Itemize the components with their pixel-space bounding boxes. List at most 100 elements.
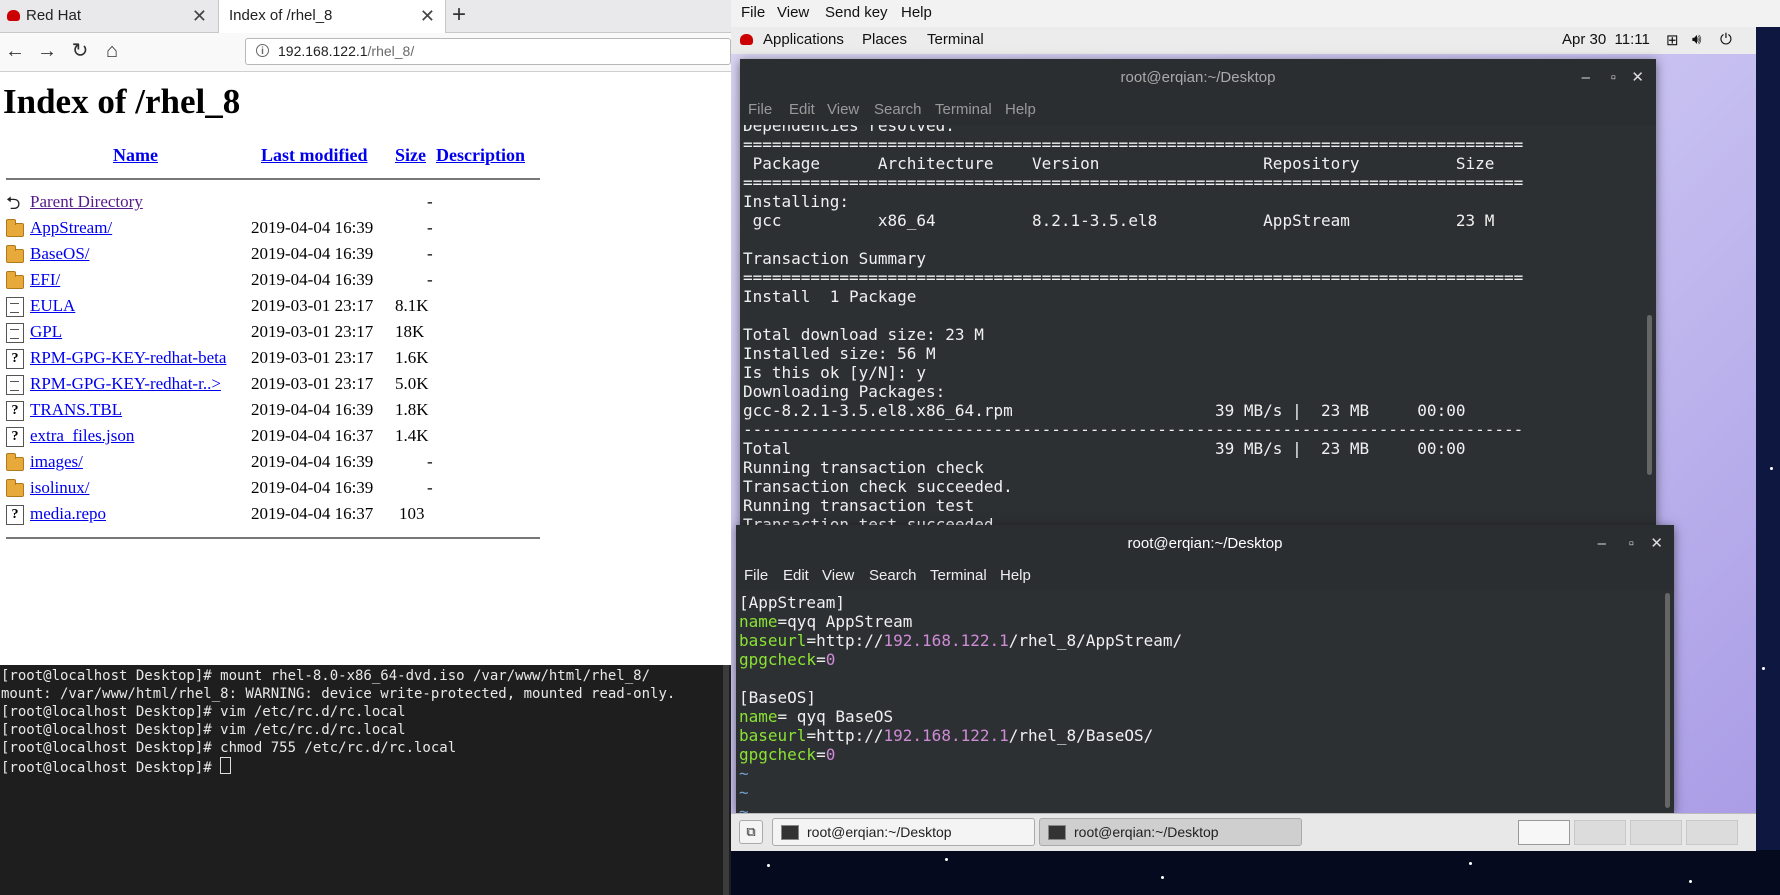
back-icon: ⮌ (6, 193, 21, 213)
close-icon[interactable]: ✕ (1631, 59, 1644, 97)
network-icon[interactable]: ⊞ (1666, 31, 1679, 49)
file-link[interactable]: Parent Directory (30, 192, 143, 212)
home-icon[interactable]: ⌂ (98, 37, 126, 65)
menu-help[interactable]: Help (901, 4, 932, 21)
vim-line: gpgcheck=0 (739, 650, 836, 669)
column-name-link[interactable]: Name (113, 145, 158, 166)
file-link[interactable]: media.repo (30, 504, 106, 524)
title-bar[interactable]: root@erqian:~/Desktop – ▫ ✕ (740, 59, 1656, 97)
menu-view[interactable]: View (777, 4, 809, 21)
window-list-taskbar: ⧉ root@erqian:~/Desktop root@erqian:~/De… (731, 813, 1756, 851)
tab-index-rhel8[interactable]: Index of /rhel_8 ✕ (218, 0, 446, 33)
menu-search[interactable]: Search (874, 101, 922, 118)
show-desktop-icon[interactable]: ⧉ (739, 820, 763, 844)
menu-search[interactable]: Search (869, 567, 917, 584)
vim-line: name=qyq AppStream (739, 612, 913, 631)
menu-file[interactable]: File (741, 4, 765, 21)
close-tab-icon[interactable]: ✕ (420, 0, 435, 32)
maximize-icon[interactable]: ▫ (1611, 59, 1616, 97)
repo-section: [AppStream] (739, 593, 845, 612)
reload-icon[interactable]: ↻ (66, 37, 94, 65)
column-description-link[interactable]: Description (436, 145, 525, 166)
new-tab-button[interactable]: + (452, 0, 466, 30)
close-icon[interactable]: ✕ (1650, 525, 1663, 563)
host-terminal[interactable]: [root@localhost Desktop]# mount rhel-8.0… (0, 665, 727, 895)
workspace-4[interactable] (1686, 820, 1738, 845)
file-modified: 2019-04-04 16:39 (251, 478, 374, 497)
workspace-1[interactable] (1518, 820, 1570, 845)
tab-red-hat[interactable]: Red Hat ✕ (0, 0, 217, 32)
terminal-line: Is this ok [y/N]: y (743, 363, 927, 382)
file-size: 8.1K (395, 296, 429, 315)
close-tab-icon[interactable]: ✕ (192, 0, 207, 32)
forward-icon[interactable]: → (33, 37, 61, 65)
file-modified: 2019-04-04 16:39 (251, 452, 374, 471)
maximize-icon[interactable]: ▫ (1629, 525, 1634, 563)
taskbar-item-active[interactable]: root@erqian:~/Desktop (1039, 818, 1302, 846)
menu-view[interactable]: View (827, 101, 859, 118)
file-link[interactable]: GPL (30, 322, 62, 342)
menu-send-key[interactable]: Send key (825, 4, 888, 21)
info-icon[interactable]: i (256, 44, 269, 57)
power-icon[interactable]: ⏻ (1720, 31, 1732, 48)
file-link[interactable]: TRANS.TBL (30, 400, 122, 420)
title-bar[interactable]: root@erqian:~/Desktop – ▫ ✕ (736, 525, 1674, 563)
taskbar-item-label: root@erqian:~/Desktop (807, 824, 952, 840)
menu-file[interactable]: File (744, 567, 768, 584)
url-bar[interactable]: i 192.168.122.1/rhel_8/ (245, 38, 731, 65)
file-link[interactable]: EULA (30, 296, 75, 316)
file-link[interactable]: isolinux/ (30, 478, 90, 498)
vim-line: baseurl=http://192.168.122.1/rhel_8/AppS… (739, 631, 1183, 650)
file-link[interactable]: BaseOS/ (30, 244, 90, 264)
terminal-scrollbar[interactable] (1665, 593, 1670, 808)
minimize-icon[interactable]: – (1598, 525, 1606, 563)
menu-terminal[interactable]: Terminal (930, 567, 987, 584)
terminal-output[interactable]: Dependencies resolved. =================… (740, 125, 1656, 529)
file-modified: 2019-03-01 23:17 (251, 322, 374, 341)
config-value: http:// (816, 726, 884, 745)
vim-line: [AppStream] (739, 593, 845, 612)
terminal-line: Package Architecture Version Repository … (743, 154, 1495, 173)
menu-help[interactable]: Help (1000, 567, 1031, 584)
menu-view[interactable]: View (822, 567, 854, 584)
minimize-icon[interactable]: – (1582, 59, 1590, 97)
workspace-3[interactable] (1630, 820, 1682, 845)
star (1762, 667, 1765, 670)
terminal-line: mount: /var/www/html/rhel_8: WARNING: de… (1, 686, 676, 702)
divider (6, 537, 540, 539)
list-item: EFI/ 2019-04-04 16:39 - (0, 268, 540, 294)
back-icon[interactable]: ← (1, 37, 29, 65)
vim-editor[interactable]: [AppStream] name=qyq AppStream baseurl=h… (736, 591, 1674, 813)
places-menu[interactable]: Places (862, 31, 907, 48)
file-size: 1.6K (395, 348, 429, 367)
column-last-modified-link[interactable]: Last modified (261, 145, 368, 166)
vim-empty-line: ~ (739, 802, 749, 813)
workspace-2[interactable] (1574, 820, 1626, 845)
menu-terminal[interactable]: Terminal (935, 101, 992, 118)
file-link[interactable]: RPM-GPG-KEY-redhat-beta (30, 348, 226, 368)
applications-menu[interactable]: Applications (763, 31, 844, 48)
column-size-link[interactable]: Size (395, 145, 426, 166)
file-link[interactable]: images/ (30, 452, 83, 472)
file-modified: 2019-03-01 23:17 (251, 374, 374, 393)
terminal-menu[interactable]: Terminal (927, 31, 984, 48)
terminal-scrollbar[interactable] (723, 665, 729, 895)
volume-icon[interactable]: 🔊︎ (1692, 31, 1701, 48)
file-link[interactable]: AppStream/ (30, 218, 112, 238)
config-value: http:// (816, 631, 884, 650)
menu-file[interactable]: File (748, 101, 772, 118)
menu-edit[interactable]: Edit (783, 567, 809, 584)
clock[interactable]: Apr 30 11:11 (1562, 31, 1650, 48)
terminal-window-yum[interactable]: root@erqian:~/Desktop – ▫ ✕ File Edit Vi… (740, 59, 1656, 529)
taskbar-item[interactable]: root@erqian:~/Desktop (772, 818, 1035, 846)
menu-edit[interactable]: Edit (789, 101, 815, 118)
file-link[interactable]: RPM-GPG-KEY-redhat-r..> (30, 374, 221, 394)
terminal-scrollbar[interactable] (1647, 315, 1652, 475)
terminal-window-vim[interactable]: root@erqian:~/Desktop – ▫ ✕ File Edit Vi… (736, 525, 1674, 813)
file-link[interactable]: EFI/ (30, 270, 60, 290)
file-size: - (427, 478, 433, 497)
list-item: RPM-GPG-KEY-redhat-r..> 2019-03-01 23:17… (0, 372, 540, 398)
menu-help[interactable]: Help (1005, 101, 1036, 118)
terminal-prompt: [root@localhost Desktop]# (1, 760, 221, 776)
file-link[interactable]: extra_files.json (30, 426, 134, 446)
